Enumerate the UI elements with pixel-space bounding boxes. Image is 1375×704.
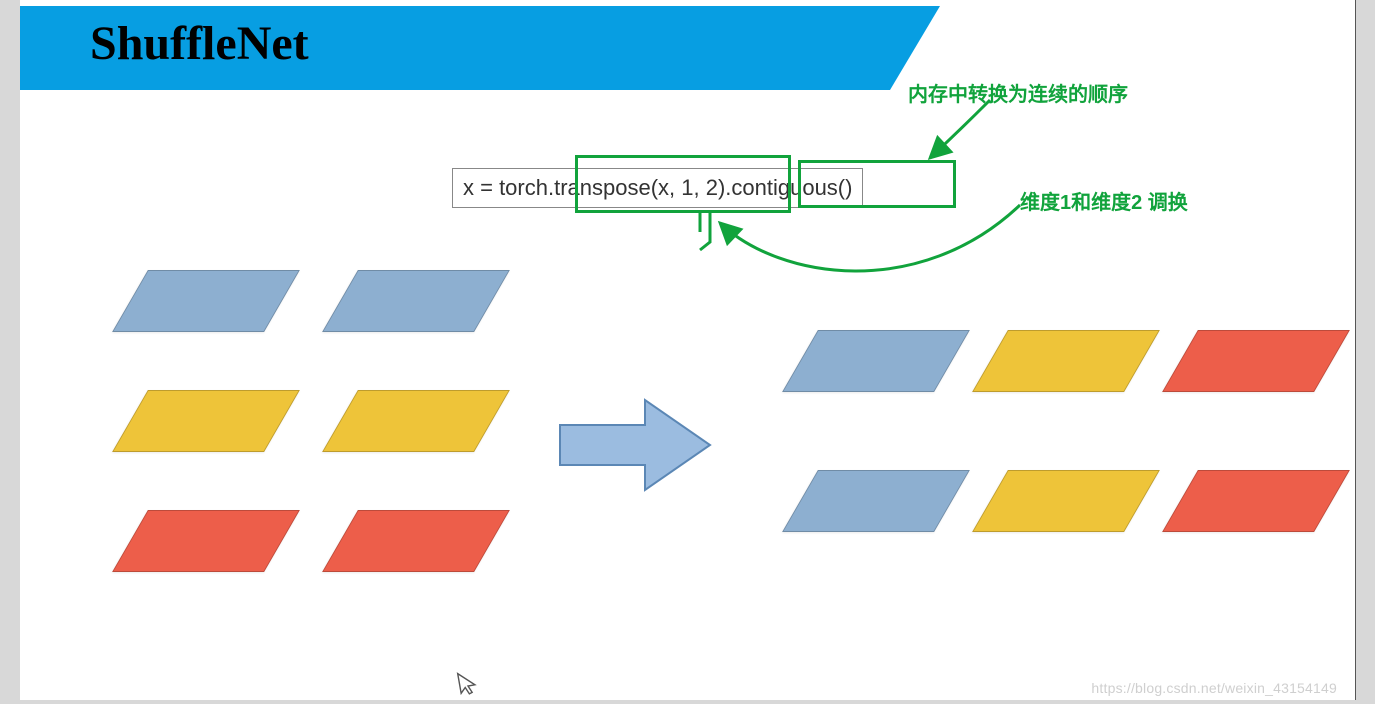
left-cell-r0c0 (112, 270, 300, 332)
right-cell-r0c1 (972, 330, 1160, 392)
slide-page: ShuffleNet x = torch.transpose(x, 1, 2).… (20, 0, 1356, 700)
highlight-contiguous (798, 160, 956, 208)
right-cell-r0c0 (782, 330, 970, 392)
slide-title: ShuffleNet (90, 16, 309, 71)
right-cell-r0c2 (1162, 330, 1350, 392)
watermark: https://blog.csdn.net/weixin_43154149 (1091, 680, 1337, 696)
left-cell-r0c1 (322, 270, 510, 332)
left-cell-r2c0 (112, 510, 300, 572)
annotation-contiguous: 内存中转换为连续的顺序 (908, 78, 1128, 107)
right-cell-r1c0 (782, 470, 970, 532)
annotation-arrows (20, 0, 1355, 700)
left-cell-r2c1 (322, 510, 510, 572)
highlight-transpose (575, 155, 791, 213)
left-cell-r1c1 (322, 390, 510, 452)
right-cell-r1c2 (1162, 470, 1350, 532)
annotation-transpose: 维度1和维度2 调换 (1020, 186, 1188, 215)
transform-arrow-icon (550, 390, 720, 500)
mouse-cursor-icon (455, 669, 480, 704)
left-cell-r1c0 (112, 390, 300, 452)
right-cell-r1c1 (972, 470, 1160, 532)
